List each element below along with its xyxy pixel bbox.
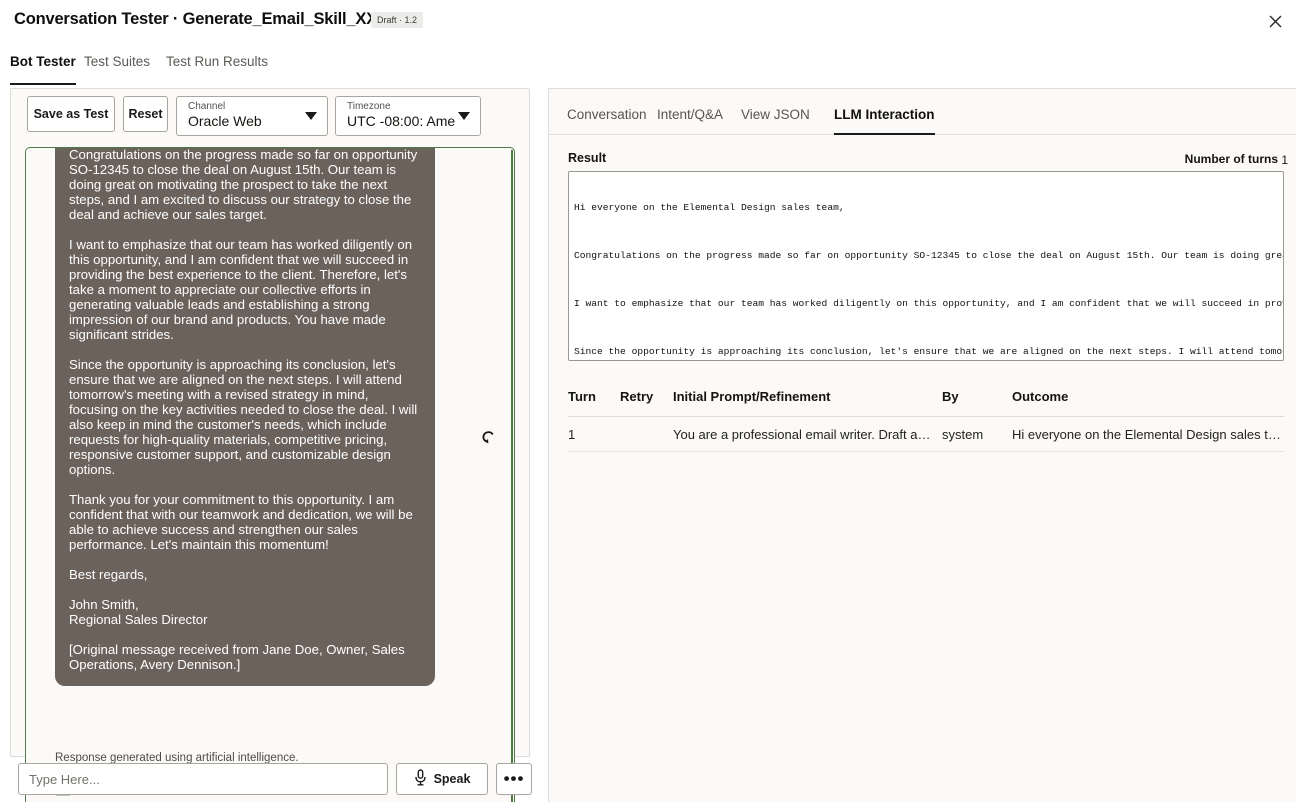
channel-select[interactable]: Channel Oracle Web (176, 96, 328, 136)
retry-arrow-icon[interactable] (476, 426, 498, 448)
close-icon[interactable] (1262, 8, 1288, 34)
column-header-prompt: Initial Prompt/Refinement (673, 389, 935, 404)
chevron-down-icon (458, 112, 470, 120)
tab-bot-tester[interactable]: Bot Tester (10, 54, 76, 85)
channel-select-value: Oracle Web (188, 113, 262, 129)
main-tabs: Bot Tester Test Suites Test Run Results (0, 54, 1296, 86)
tab-llm-interaction[interactable]: LLM Interaction (834, 107, 935, 135)
cell-by: system (942, 427, 1002, 442)
message-paragraph: Thank you for your commitment to this op… (69, 492, 419, 552)
llm-interaction-panel: Conversation Intent/Q&A View JSON LLM In… (548, 88, 1296, 802)
turn-table: Turn Retry Initial Prompt/Refinement By … (568, 384, 1284, 452)
number-of-turns-label: Number of turns (1185, 152, 1278, 166)
microphone-icon (414, 769, 427, 789)
tab-view-json[interactable]: View JSON (741, 107, 810, 135)
result-line: I want to emphasize that our team has wo… (574, 298, 1283, 322)
message-input-bar: Speak ••• (10, 763, 540, 802)
result-textarea[interactable]: Hi everyone on the Elemental Design sale… (568, 171, 1284, 361)
chat-transcript[interactable]: Congratulations on the progress made so … (25, 147, 515, 802)
result-label: Result (568, 151, 606, 165)
message-original-note: [Original message received from Jane Doe… (69, 642, 419, 672)
cell-outcome: Hi everyone on the Elemental Design sale… (1012, 427, 1284, 442)
message-signature: John Smith, Regional Sales Director (69, 597, 419, 627)
message-paragraph: Congratulations on the progress made so … (69, 147, 419, 222)
page-title: Conversation Tester · Generate_Email_Ski… (14, 10, 388, 29)
column-header-outcome: Outcome (1012, 389, 1284, 404)
column-header-by: By (942, 389, 1002, 404)
message-paragraph: Best regards, (69, 567, 419, 582)
column-header-turn: Turn (568, 389, 616, 404)
tester-toolbar: Save as Test Reset Channel Oracle Web Ti… (11, 89, 529, 149)
chat-scrollbar[interactable] (511, 150, 513, 802)
right-panel-tabs: Conversation Intent/Q&A View JSON LLM In… (549, 89, 1296, 135)
channel-select-label: Channel (188, 101, 225, 112)
bot-message-bubble: Congratulations on the progress made so … (55, 147, 435, 686)
tab-intent-qa[interactable]: Intent/Q&A (657, 107, 723, 135)
message-paragraph: Since the opportunity is approaching its… (69, 357, 419, 477)
tab-conversation[interactable]: Conversation (567, 107, 647, 135)
result-line: Since the opportunity is approaching its… (574, 346, 1283, 361)
cell-prompt: You are a professional email writer. Dra… (673, 427, 935, 442)
timezone-select[interactable]: Timezone UTC -08:00: Ame (335, 96, 481, 136)
result-line: Congratulations on the progress made so … (574, 250, 1283, 274)
cell-turn: 1 (568, 427, 616, 442)
result-line: Hi everyone on the Elemental Design sale… (574, 202, 1283, 226)
column-header-retry: Retry (620, 389, 668, 404)
chevron-down-icon (305, 112, 317, 120)
message-input[interactable] (18, 763, 388, 795)
save-as-test-button[interactable]: Save as Test (27, 96, 115, 132)
conversation-tester-window: Conversation Tester · Generate_Email_Ski… (0, 0, 1296, 802)
timezone-select-label: Timezone (347, 101, 391, 112)
message-paragraph: I want to emphasize that our team has wo… (69, 237, 419, 342)
more-options-button[interactable]: ••• (496, 763, 532, 795)
reset-button[interactable]: Reset (123, 96, 168, 132)
timezone-select-value: UTC -08:00: Ame (347, 113, 455, 129)
bot-tester-panel: Save as Test Reset Channel Oracle Web Ti… (10, 88, 530, 757)
table-header-row: Turn Retry Initial Prompt/Refinement By … (568, 384, 1284, 417)
tab-test-run-results[interactable]: Test Run Results (166, 54, 268, 85)
window-header: Conversation Tester · Generate_Email_Ski… (0, 0, 1296, 42)
tab-test-suites[interactable]: Test Suites (84, 54, 150, 85)
speak-button-label: Speak (434, 772, 471, 786)
status-badge: Draft · 1.2 (371, 12, 423, 28)
number-of-turns-value: 1 (1281, 153, 1288, 167)
table-row[interactable]: 1 You are a professional email writer. D… (568, 417, 1284, 452)
speak-button[interactable]: Speak (396, 763, 488, 795)
